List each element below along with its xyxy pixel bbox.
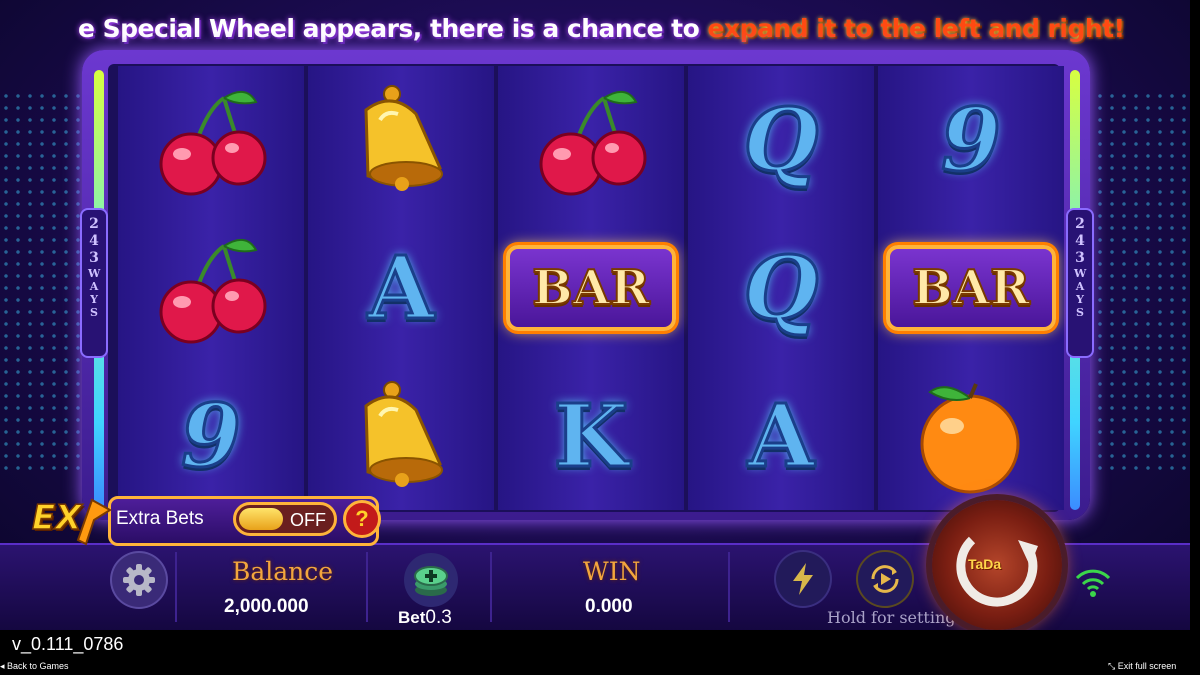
symbol-label: K [552, 384, 630, 488]
symbol-queen: Q [688, 66, 874, 214]
balance-label: Balance [232, 557, 334, 586]
symbol-nine: 9 [118, 362, 304, 510]
back-to-games-link[interactable]: ◂ Back to Games [0, 661, 69, 672]
lightning-icon [793, 563, 813, 595]
symbol-label: A [366, 236, 436, 340]
toggle-knob [239, 508, 283, 530]
ways-label: WAYS [88, 267, 101, 319]
symbol-label: 9 [180, 384, 243, 488]
divider [490, 552, 492, 622]
wifi-icon [1075, 569, 1111, 597]
bet-value: 0.3 [425, 607, 452, 628]
divider [728, 552, 730, 622]
win-value: 0.000 [585, 596, 633, 617]
symbol-bar: BAR [498, 214, 684, 362]
spin-button[interactable]: TaDa [932, 500, 1062, 630]
bet-readout: Bet0.3 [398, 607, 452, 629]
exit-fullscreen-icon: ⤡ [1108, 661, 1118, 671]
symbol-label: Q [742, 236, 820, 340]
win-label: WIN [583, 557, 641, 586]
bar-plate: BAR [886, 245, 1056, 331]
symbol-label: Q [742, 88, 820, 192]
game-stage: e Special Wheel appears, there is a chan… [0, 0, 1190, 630]
ways-number: 243 [89, 216, 99, 266]
extra-bets-panel: EX Extra Bets OFF ? [28, 490, 383, 548]
symbol-label: BAR [531, 259, 651, 317]
reel-3: BAR K [498, 66, 684, 510]
version-label: v_0.111_0786 [12, 634, 124, 654]
extra-bets-toggle[interactable]: OFF [233, 502, 337, 536]
back-arrow-icon: ◂ [0, 661, 8, 671]
symbol-cherry [118, 214, 304, 362]
ticker-highlight: expand it to the left and right! [707, 14, 1125, 43]
back-to-games-label: Back to Games [7, 661, 69, 671]
symbol-bell [308, 362, 494, 510]
extra-bets-help-button[interactable]: ? [343, 500, 381, 538]
ways-number: 243 [1075, 216, 1085, 266]
marquee-ticker: e Special Wheel appears, there is a chan… [0, 8, 1190, 50]
bet-label: Bet [398, 608, 426, 627]
signal-indicator [1074, 566, 1112, 602]
symbol-nine: 9 [878, 66, 1064, 214]
extra-bets-badge: EX [28, 492, 112, 546]
symbol-label: A [746, 384, 816, 488]
symbol-bell [308, 66, 494, 214]
symbol-cherry [498, 66, 684, 214]
cherry-icon [159, 91, 267, 196]
ways-badge-left: 243 WAYS [80, 208, 108, 358]
help-icon: ? [355, 506, 369, 531]
symbol-queen: Q [688, 214, 874, 362]
symbol-bar: BAR [878, 214, 1064, 362]
symbol-label: BAR [911, 259, 1031, 317]
cherry-icon [539, 91, 647, 196]
balance-value: 2,000.000 [224, 596, 309, 617]
settings-button[interactable] [112, 553, 166, 607]
symbol-king: K [498, 362, 684, 510]
bell-icon [364, 381, 443, 487]
autoplay-icon [871, 565, 899, 593]
ways-badge-right: 243 WAYS [1066, 208, 1094, 358]
ticker-text: e Special Wheel appears, there is a chan… [78, 14, 708, 43]
symbol-cherry [118, 66, 304, 214]
turbo-button[interactable] [776, 552, 830, 606]
ways-label: WAYS [1074, 267, 1087, 319]
exit-fullscreen-label: Exit full screen [1117, 661, 1177, 671]
divider [366, 552, 368, 622]
symbol-ace: A [308, 214, 494, 362]
bell-icon [364, 85, 443, 191]
reel-1: 9 [118, 66, 304, 510]
autoplay-button[interactable] [858, 552, 912, 606]
orange-icon [920, 383, 1020, 494]
spin-logo: TaDa [968, 556, 1002, 572]
bar-plate: BAR [506, 245, 676, 331]
settings-gear-icon [123, 564, 155, 596]
chip-stack-icon [414, 566, 448, 596]
symbol-label: 9 [940, 88, 1003, 192]
exit-fullscreen-link[interactable]: ⤡ Exit full screen [1108, 661, 1176, 672]
divider [175, 552, 177, 622]
symbol-orange [878, 362, 1064, 510]
reel-5: 9 BAR [878, 66, 1064, 510]
ex-badge-text: EX [31, 497, 82, 539]
bet-button[interactable] [404, 553, 458, 607]
cherry-icon [159, 239, 267, 344]
symbol-ace: A [688, 362, 874, 510]
reel-2: A [308, 66, 494, 510]
toggle-state: OFF [290, 510, 326, 530]
reel-4: Q Q A [688, 66, 874, 510]
extra-bets-label: Extra Bets [116, 508, 204, 529]
